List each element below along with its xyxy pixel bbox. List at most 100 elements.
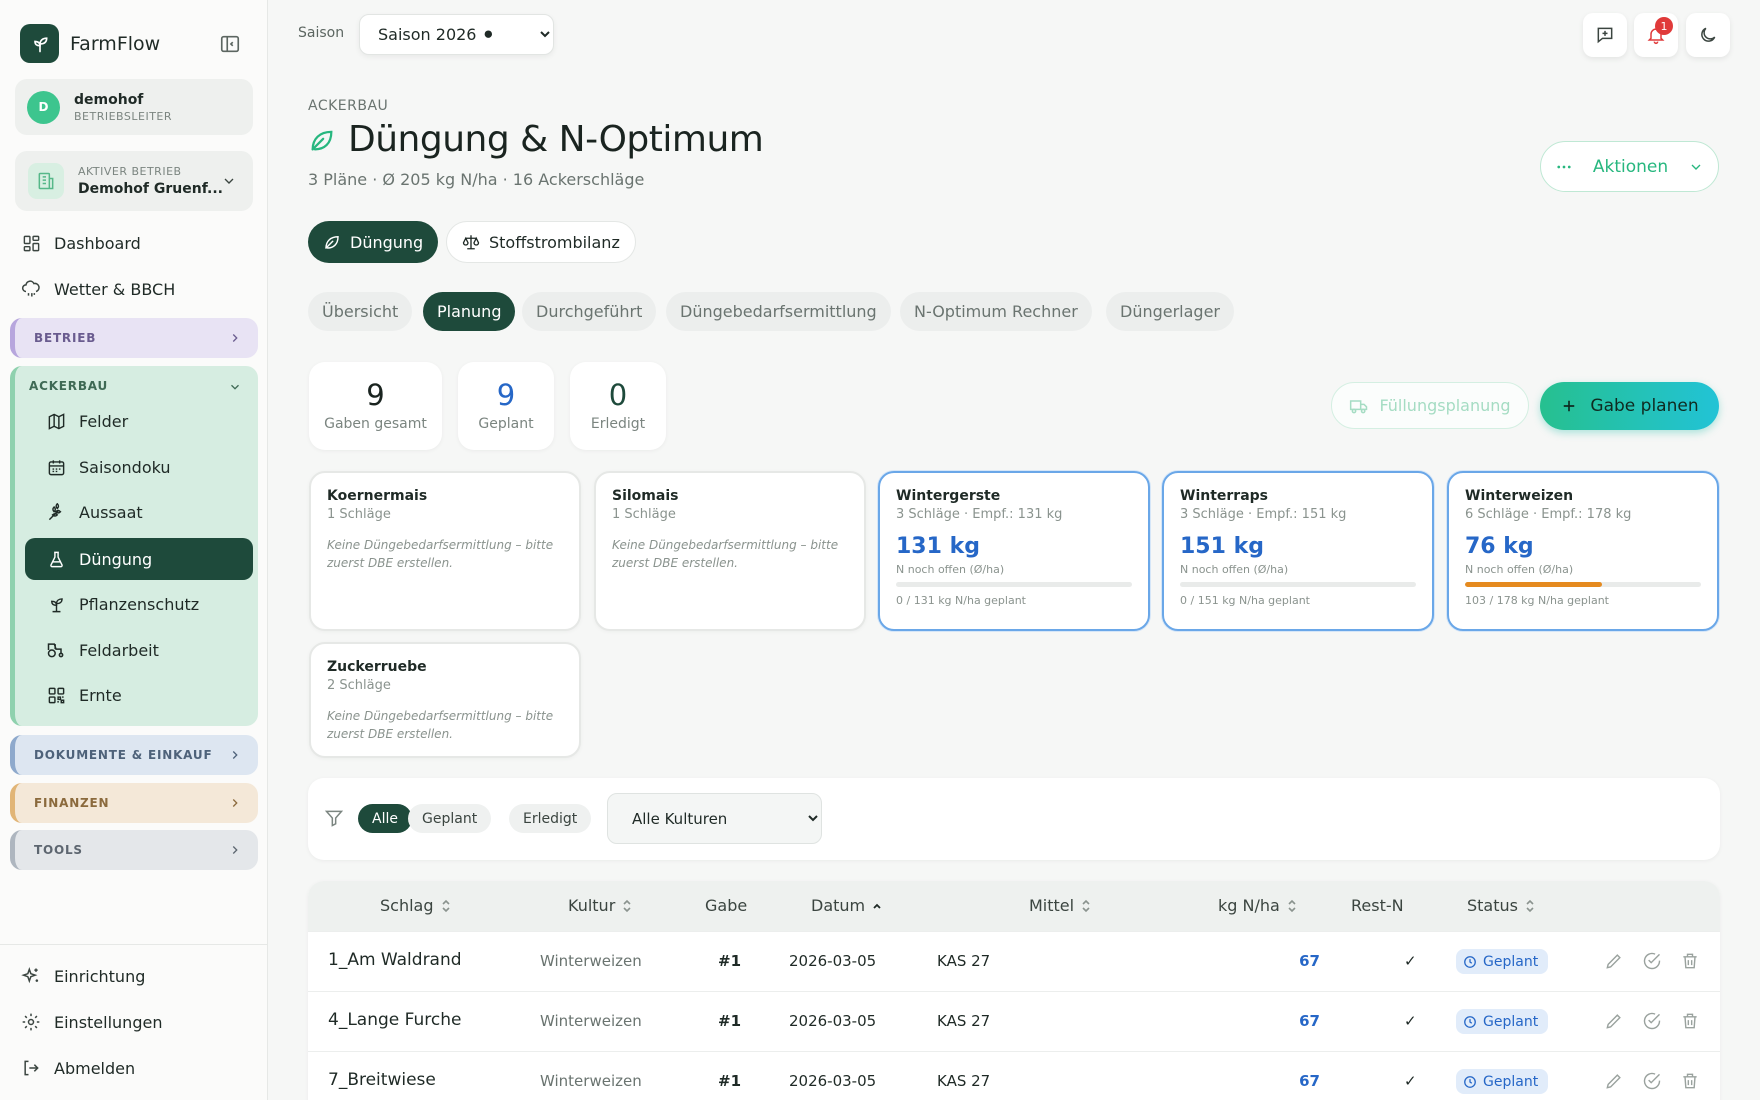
subtab-duengerlager[interactable]: Düngerlager	[1106, 292, 1235, 331]
edit-icon[interactable]	[1604, 1011, 1624, 1031]
table-row[interactable]: 4_Lange Furche Winterweizen #1 2026-03-0…	[308, 991, 1720, 1051]
col-status[interactable]: Status	[1467, 896, 1535, 915]
crop-n-open-value: 76 kg	[1465, 534, 1534, 559]
subtab-uebersicht[interactable]: Übersicht	[308, 292, 413, 331]
col-rest-label: Rest-N	[1351, 896, 1404, 915]
col-status-label: Status	[1467, 896, 1518, 915]
col-datum[interactable]: Datum	[811, 896, 882, 915]
crop-n-open-value: 131 kg	[896, 534, 980, 559]
crop-card-winterweizen[interactable]: Winterweizen 6 Schläge · Empf.: 178 kg 7…	[1447, 471, 1719, 631]
chevron-right-icon	[228, 748, 242, 762]
col-mittel[interactable]: Mittel	[1029, 896, 1091, 915]
nav-group-finanzen[interactable]: FINANZEN	[10, 783, 258, 823]
col-kultur[interactable]: Kultur	[568, 896, 632, 915]
stat-gaben-gesamt-label: Gaben gesamt	[324, 416, 427, 432]
season-select[interactable]: Saison 2026 ⚫	[359, 14, 554, 55]
crop-note: Keine Düngebedarfsermittlung – bitte zue…	[327, 709, 554, 741]
brand[interactable]: FarmFlow	[20, 24, 160, 63]
nav-aussaat-label: Aussaat	[79, 502, 143, 522]
season-label: Saison	[298, 25, 345, 41]
page-subtitle: 3 Pläne · Ø 205 kg N/ha · 16 Ackerschläg…	[308, 170, 645, 189]
cell-kg: 67	[1299, 1012, 1320, 1030]
check-circle-icon[interactable]	[1642, 951, 1662, 971]
crop-meta: 3 Schläge · Empf.: 131 kg	[896, 507, 1063, 522]
avatar: D	[27, 90, 60, 124]
col-gabe: Gabe	[705, 896, 747, 915]
nav-einstellungen-label: Einstellungen	[54, 1012, 163, 1032]
nav-aussaat[interactable]: Aussaat	[25, 491, 253, 533]
crop-card-zuckerruebe[interactable]: Zuckerruebe 2 Schläge Keine Düngebedarfs…	[309, 642, 581, 758]
truck-icon	[1349, 396, 1369, 416]
table-row[interactable]: 7_Breitwiese Winterweizen #1 2026-03-05 …	[308, 1051, 1720, 1100]
stat-erledigt: 0 Erledigt	[570, 362, 666, 450]
check-circle-icon[interactable]	[1642, 1071, 1662, 1091]
filter-pill-alle[interactable]: Alle	[358, 804, 412, 833]
logout-icon	[20, 1058, 42, 1078]
nav-abmelden[interactable]: Abmelden	[20, 1048, 250, 1088]
crop-card-winterraps[interactable]: Winterraps 3 Schläge · Empf.: 151 kg 151…	[1162, 471, 1434, 631]
cell-rest-check: ✓	[1404, 1012, 1417, 1030]
nav-group-betrieb[interactable]: BETRIEB	[10, 318, 258, 358]
nav-group-ackerbau-label[interactable]: ACKERBAU	[29, 379, 108, 393]
nav-dashboard[interactable]: Dashboard	[20, 223, 250, 263]
filter-pill-geplant[interactable]: Geplant	[408, 804, 492, 833]
user-card[interactable]: D demohof BETRIEBSLEITER	[15, 79, 253, 135]
chevron-right-icon	[228, 796, 242, 810]
edit-icon[interactable]	[1604, 1071, 1624, 1091]
edit-icon[interactable]	[1604, 951, 1624, 971]
gabe-planen-button[interactable]: Gabe planen	[1540, 382, 1719, 430]
map-icon	[45, 412, 67, 431]
nav-felder[interactable]: Felder	[25, 400, 253, 442]
nav-duengung[interactable]: Düngung	[25, 538, 253, 580]
nav-ernte[interactable]: Ernte	[25, 674, 253, 716]
cell-gabe: #1	[718, 1012, 742, 1030]
filter-pill-erledigt[interactable]: Erledigt	[509, 804, 592, 833]
tab-stoffstrombilanz[interactable]: Stoffstrombilanz	[446, 221, 636, 263]
leaf-icon	[308, 126, 336, 154]
table-header: Schlag Kultur Gabe Datum Mittel kg N/ha …	[308, 881, 1720, 931]
notifications-button[interactable]: 1	[1634, 13, 1678, 57]
sort-icon	[441, 899, 451, 913]
subtab-duengebedarfsermittlung[interactable]: Düngebedarfsermittlung	[666, 292, 891, 331]
harvest-icon	[45, 686, 67, 705]
fuellungsplanung-button[interactable]: Füllungsplanung	[1331, 382, 1529, 429]
nav-einrichtung[interactable]: Einrichtung	[20, 956, 250, 996]
nav-group-dokumente[interactable]: DOKUMENTE & EINKAUF	[10, 735, 258, 775]
subtab-durchgefuehrt[interactable]: Durchgeführt	[522, 292, 657, 331]
col-schlag[interactable]: Schlag	[380, 896, 451, 915]
crop-name: Zuckerruebe	[327, 659, 427, 675]
sidebar-collapse-icon[interactable]	[219, 33, 241, 55]
trash-icon[interactable]	[1680, 1071, 1700, 1091]
stat-gaben-gesamt-value: 9	[366, 378, 385, 412]
subtab-n-optimum-rechner[interactable]: N-Optimum Rechner	[900, 292, 1092, 331]
crop-note: Keine Düngebedarfsermittlung – bitte zue…	[327, 538, 554, 570]
trash-icon[interactable]	[1680, 1011, 1700, 1031]
crop-card-koernermais[interactable]: Koernermais 1 Schläge Keine Düngebedarfs…	[309, 471, 581, 631]
feedback-button[interactable]	[1583, 13, 1627, 57]
nav-group-tools[interactable]: TOOLS	[10, 830, 258, 870]
active-farm-name: Demohof Gruenf...	[78, 181, 223, 197]
cell-rest-check: ✓	[1404, 952, 1417, 970]
trash-icon[interactable]	[1680, 951, 1700, 971]
subtab-planung[interactable]: Planung	[423, 292, 516, 331]
active-farm-selector[interactable]: AKTIVER BETRIEB Demohof Gruenf...	[15, 151, 253, 211]
nav-pflanzenschutz[interactable]: Pflanzenschutz	[25, 583, 253, 625]
crop-card-silomais[interactable]: Silomais 1 Schläge Keine Düngebedarfserm…	[594, 471, 866, 631]
table-row[interactable]: 1_Am Waldrand Winterweizen #1 2026-03-05…	[308, 931, 1720, 991]
chevron-down-icon	[221, 173, 237, 189]
actions-button[interactable]: Aktionen	[1540, 141, 1719, 192]
crop-card-wintergerste[interactable]: Wintergerste 3 Schläge · Empf.: 131 kg 1…	[878, 471, 1150, 631]
nav-feldarbeit[interactable]: Feldarbeit	[25, 629, 253, 671]
check-circle-icon[interactable]	[1642, 1011, 1662, 1031]
nav-wetter[interactable]: Wetter & BBCH	[20, 269, 250, 309]
chevron-down-icon[interactable]	[228, 380, 242, 394]
nav-saisondoku[interactable]: Saisondoku	[25, 446, 253, 488]
user-role: BETRIEBSLEITER	[74, 109, 173, 123]
tab-duengung[interactable]: Düngung	[308, 221, 439, 263]
col-kg[interactable]: kg N/ha	[1218, 896, 1297, 915]
kultur-filter-select[interactable]: Alle Kulturen	[607, 793, 822, 844]
col-rest: Rest-N	[1351, 896, 1404, 915]
nav-abmelden-label: Abmelden	[54, 1058, 136, 1078]
theme-toggle-button[interactable]	[1686, 13, 1730, 57]
nav-einstellungen[interactable]: Einstellungen	[20, 1002, 250, 1042]
